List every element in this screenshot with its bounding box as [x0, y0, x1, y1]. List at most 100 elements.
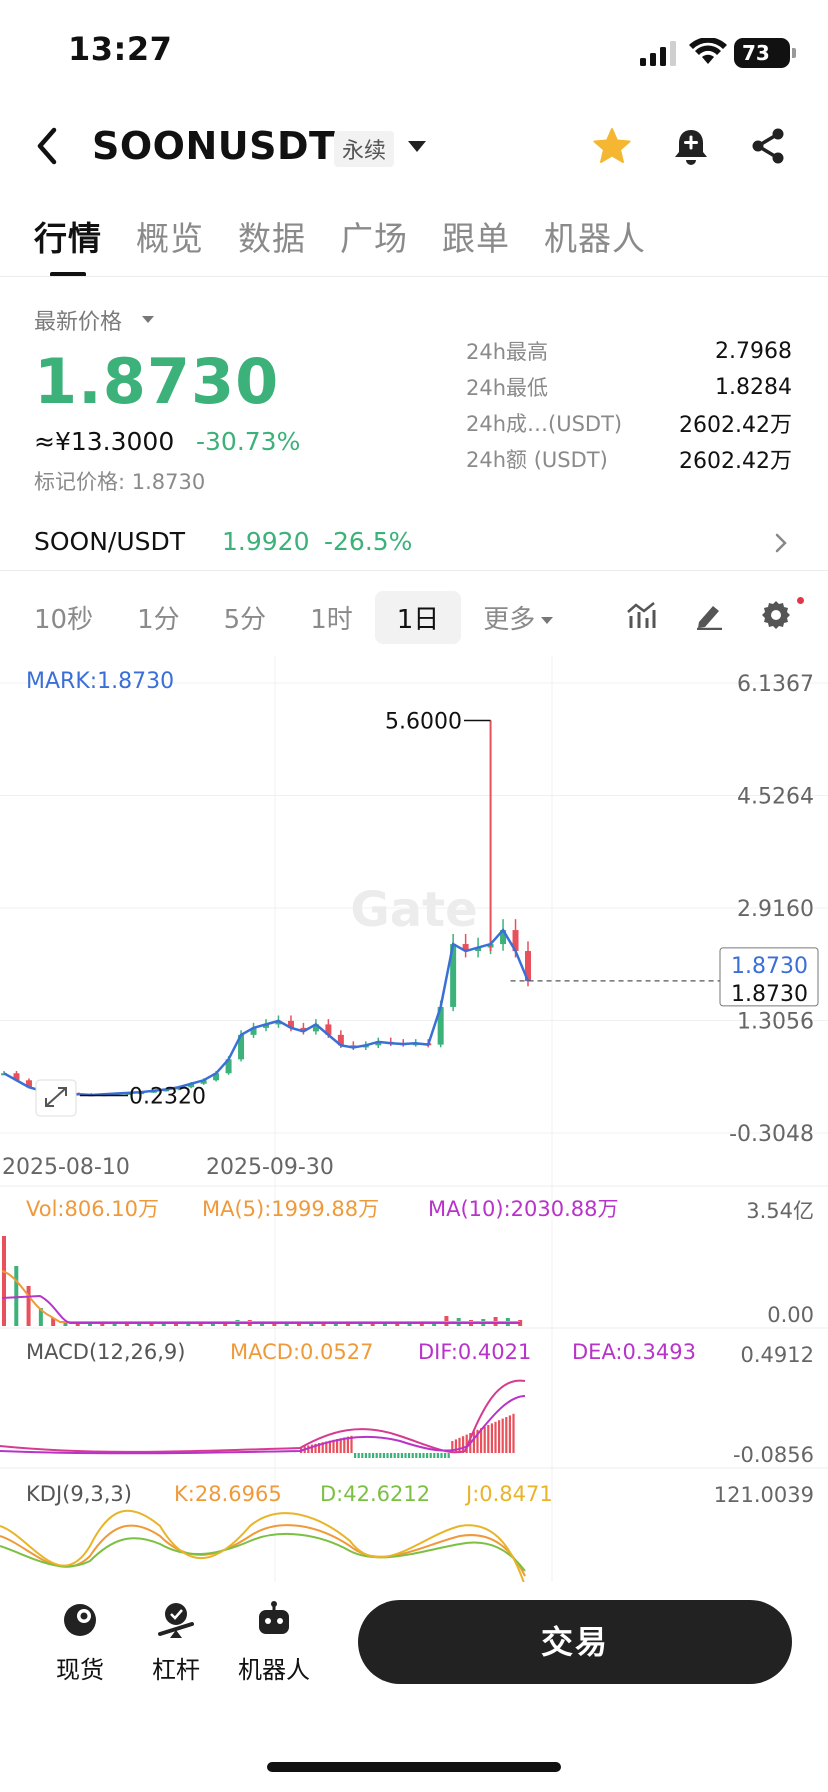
- interval-1h[interactable]: 1时: [310, 599, 353, 636]
- macd-histogram-bar: [508, 1415, 511, 1453]
- nav-leverage-label: 杠杆: [152, 1656, 200, 1684]
- back-arrow-icon[interactable]: [30, 124, 64, 168]
- volume-bar: [124, 1324, 129, 1326]
- macd-histogram-bar: [368, 1453, 371, 1458]
- home-indicator: [267, 1762, 561, 1772]
- macd-histogram-bar: [393, 1453, 396, 1458]
- macd-histogram-bar: [418, 1453, 421, 1458]
- nav-spot[interactable]: 现货: [32, 1600, 128, 1685]
- interval-1m[interactable]: 1分: [137, 599, 180, 636]
- nav-spot-label: 现货: [56, 1656, 104, 1684]
- last-price: 1.8730: [34, 345, 280, 418]
- kdj-k-line: [0, 1524, 526, 1577]
- y-tick-label: 1.3056: [737, 1009, 814, 1034]
- macd-histogram-bar: [494, 1421, 497, 1453]
- volume-bar: [198, 1324, 203, 1326]
- share-icon[interactable]: [748, 126, 788, 166]
- tab-square[interactable]: 广场: [340, 212, 408, 260]
- volume-bar: [14, 1266, 19, 1326]
- stat-value: 2602.42万: [679, 449, 792, 474]
- macd-histogram-bar: [361, 1453, 364, 1458]
- interval-more[interactable]: 更多: [483, 599, 554, 636]
- macd-y-top: 0.4912: [741, 1343, 814, 1367]
- macd-histogram-bar: [372, 1453, 375, 1458]
- volume-bar: [112, 1324, 117, 1326]
- volume-ma5-line: [1, 1270, 520, 1323]
- macd-histogram-bar: [487, 1425, 490, 1453]
- stat-row: 24h最高 2.7968: [466, 333, 792, 369]
- macd-dea-line: [0, 1395, 526, 1455]
- tab-copy-trading[interactable]: 跟单: [442, 212, 510, 260]
- battery-icon: 73: [734, 38, 796, 68]
- interval-5m[interactable]: 5分: [224, 599, 267, 636]
- macd-histogram-bar: [447, 1453, 450, 1458]
- macd-histogram-bar: [379, 1453, 382, 1458]
- x-tick-label: 2025-09-30: [206, 1155, 334, 1180]
- kdj-k: K:28.6965: [174, 1482, 282, 1506]
- tab-overview[interactable]: 概览: [136, 212, 204, 260]
- y-tick-label: -0.3048: [729, 1122, 814, 1147]
- macd-histogram-bar: [490, 1423, 493, 1453]
- low-marker-label: 0.2320: [129, 1084, 206, 1109]
- y-tick-label: 4.5264: [737, 784, 814, 809]
- y-tick-label: 6.1367: [737, 672, 814, 697]
- macd-dif-line: [0, 1379, 526, 1454]
- macd-histogram-bar: [400, 1453, 403, 1458]
- chart-settings-gear-icon[interactable]: [760, 599, 792, 631]
- macd-histogram-bar: [483, 1426, 486, 1453]
- macd-histogram-bar: [501, 1418, 504, 1453]
- indicator-icon[interactable]: [626, 600, 656, 630]
- interval-1d[interactable]: 1日: [374, 591, 462, 644]
- volume-ma10-line: [1, 1294, 520, 1324]
- draw-tool-icon[interactable]: [694, 600, 724, 630]
- main-tabs: 行情 概览 数据 广场 跟单 机器人: [34, 212, 680, 260]
- macd-histogram-bar: [411, 1453, 414, 1458]
- wifi-icon: [689, 38, 727, 64]
- interval-10s[interactable]: 10秒: [34, 599, 93, 636]
- kdj-d: D:42.6212: [320, 1482, 430, 1506]
- tab-market[interactable]: 行情: [34, 212, 102, 260]
- spot-icon: [64, 1604, 96, 1636]
- nav-leverage[interactable]: 杠杆: [128, 1600, 224, 1685]
- more-caret-icon: [541, 617, 554, 624]
- interval-selector: 10秒 1分 5分 1时 1日 更多: [34, 591, 554, 644]
- robot-icon: [259, 1601, 289, 1634]
- macd-histogram-bar: [426, 1453, 429, 1458]
- macd-histogram-bar: [454, 1439, 457, 1453]
- tab-bots[interactable]: 机器人: [544, 212, 646, 260]
- settings-notification-dot: [797, 597, 804, 604]
- latest-price-label[interactable]: 最新价格: [34, 304, 122, 336]
- contract-type-badge[interactable]: 永续: [334, 131, 395, 167]
- macd-histogram-bar: [458, 1437, 461, 1453]
- macd-histogram-bar: [357, 1453, 360, 1458]
- volume-bar: [2, 1236, 6, 1326]
- volume-bar: [88, 1324, 93, 1326]
- kline-chart[interactable]: 6.1367 4.5264 2.9160 1.3056 -0.3048 Gate MARK:…: [0, 656, 828, 1586]
- tabs-divider: [0, 276, 828, 277]
- symbol-title[interactable]: SOONUSDT: [92, 124, 335, 168]
- nav-bots[interactable]: 机器人: [226, 1600, 322, 1685]
- favorite-star-icon[interactable]: [592, 126, 632, 166]
- spot-pair-link[interactable]: SOON/USDT: [34, 527, 185, 556]
- macd-histogram-bar: [386, 1453, 389, 1458]
- chevron-right-icon[interactable]: [774, 532, 788, 554]
- tab-data[interactable]: 数据: [238, 212, 306, 260]
- ma-line: [3, 927, 530, 1097]
- leverage-icon: [158, 1603, 194, 1638]
- nav-bots-label: 机器人: [238, 1656, 310, 1684]
- stat-row: 24h成…(USDT) 2602.42万: [466, 405, 792, 441]
- symbol-dropdown-caret-icon[interactable]: [408, 141, 426, 152]
- macd-histogram-bar: [364, 1453, 367, 1458]
- volume-bar: [137, 1324, 142, 1326]
- volume-label: Vol:806.10万: [26, 1197, 159, 1221]
- section-divider: [0, 570, 828, 571]
- last-price-tag: 1.8730: [731, 954, 808, 979]
- volume-bar: [149, 1324, 154, 1326]
- trade-button[interactable]: 交易: [358, 1600, 792, 1684]
- alert-bell-icon[interactable]: [673, 126, 709, 166]
- stat-label: 24h最低: [466, 376, 549, 400]
- latest-price-caret-icon[interactable]: [142, 316, 154, 323]
- y-tick-label: 2.9160: [737, 897, 814, 922]
- macd-histogram-bar: [397, 1453, 400, 1458]
- macd-histogram-bar: [512, 1413, 515, 1453]
